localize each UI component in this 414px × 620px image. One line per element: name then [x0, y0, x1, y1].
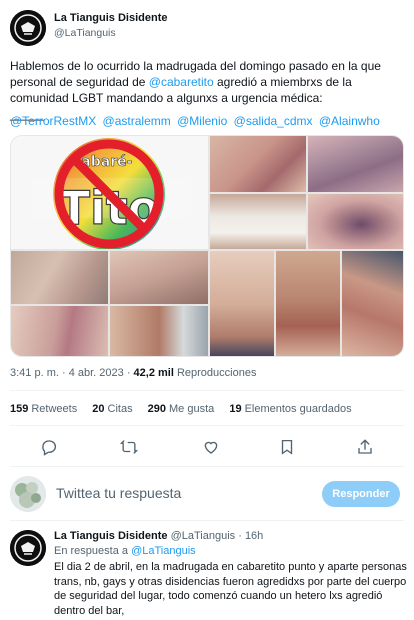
like-icon	[204, 441, 218, 454]
divider	[10, 466, 404, 467]
separator: ·	[238, 530, 245, 542]
bruised-calf-photo[interactable]	[342, 251, 403, 356]
reply-author-avatar[interactable]	[10, 530, 46, 566]
bruised-leg-photo[interactable]	[308, 194, 403, 249]
tweet-text-line: Hablemos de lo ocurrido la madrugada del…	[10, 59, 381, 73]
tweet-text-part: personal de seguridad de	[10, 75, 149, 89]
tweet-stats: 159 Retweets 20 Citas 290 Me gusta 19 Elemen…	[10, 403, 364, 415]
likes-label: Me gusta	[169, 403, 215, 415]
retweet-button[interactable]	[118, 436, 140, 458]
reply-text-line: dentro del bar,	[54, 604, 125, 617]
tweet-text-line: comunidad LGBT mandando a algunxs a urge…	[10, 91, 323, 105]
bookmark-icon	[281, 439, 293, 455]
retweets-count: 159	[10, 403, 29, 415]
share-button[interactable]	[354, 436, 376, 458]
reply-text-line: El dia 2 de abril, en la madrugada en ca…	[54, 561, 407, 573]
views-label: Reproducciones	[176, 367, 257, 379]
reply-text-line: trans, nb, gays y otras disidencias fuer…	[54, 575, 407, 588]
reply-text-line: de seguridad del lugar, todo comenzó cua…	[54, 590, 383, 602]
bookmarks-stat[interactable]: 19 Elementos guardados	[229, 403, 351, 415]
reply-input[interactable]: Twittea tu respuesta	[56, 485, 181, 501]
mentions-line: @TerrorRestMX @astralemm @Milenio @salid…	[10, 114, 383, 128]
tweet-timestamp[interactable]: 3:41 p. m. · 4 abr. 2023	[10, 367, 124, 379]
divider	[10, 425, 404, 426]
reply-header: La Tianguis Disidente @LaTianguis · 16h	[54, 530, 263, 542]
mention-link[interactable]: @TerrorRestMX	[10, 114, 96, 128]
reply-composer: Twittea tu respuesta Responder	[10, 474, 404, 514]
scratched-forearm-photo[interactable]	[210, 251, 274, 356]
separator: ·	[126, 367, 134, 379]
tweet-actions	[38, 436, 378, 458]
in-reply-mention[interactable]: @LaTianguis	[131, 545, 196, 557]
tweet-text: Hablemos de lo ocurrido la madrugada del…	[10, 58, 404, 122]
in-reply-prefix: En respuesta a	[54, 545, 128, 557]
tweet-text-line: personal de seguridad de @cabaretito agr…	[10, 74, 404, 90]
mention-link[interactable]: @astralemm	[103, 114, 171, 128]
in-reply-to: En respuesta a @LaTianguis	[54, 545, 196, 557]
retweet-icon	[120, 440, 138, 454]
share-icon	[358, 439, 372, 454]
reply-button[interactable]	[38, 436, 60, 458]
reply-author-handle[interactable]: @LaTianguis	[171, 530, 236, 542]
bruised-arm-photo[interactable]	[210, 136, 306, 192]
submit-reply-button[interactable]: Responder	[322, 481, 400, 507]
reply-text: El dia 2 de abril, en la madrugada en ca…	[54, 560, 407, 618]
reply-author-name[interactable]: La Tianguis Disidente	[54, 530, 168, 542]
scratched-leg-photo[interactable]	[11, 251, 108, 304]
quotes-count: 20	[92, 403, 105, 415]
mention-link[interactable]: @cabaretito	[149, 75, 214, 89]
cabaretito-logo-image[interactable]: Tito Cabaré-	[11, 136, 208, 249]
divider	[10, 390, 404, 391]
tweet-meta: 3:41 p. m. · 4 abr. 2023 · 42,2 mil Repr…	[10, 367, 256, 379]
retweets-stat[interactable]: 159 Retweets	[10, 403, 77, 415]
scratched-back-photo[interactable]	[11, 306, 108, 356]
author-handle[interactable]: @LaTianguis	[54, 27, 116, 39]
bookmarks-label: Elementos guardados	[244, 403, 352, 415]
user-avatar[interactable]	[10, 476, 46, 512]
bruised-skin-photo[interactable]	[308, 136, 403, 192]
tweet-text-part: agredió a miembrxs de la	[213, 75, 352, 89]
author-avatar[interactable]	[10, 10, 46, 46]
bandaged-arm-photo[interactable]	[210, 194, 306, 249]
mention-link[interactable]: @Milenio	[177, 114, 227, 128]
mention-link[interactable]: @salida_cdmx	[234, 114, 313, 128]
tweet-header: La Tianguis Disidente @LaTianguis	[10, 10, 404, 46]
likes-stat[interactable]: 290 Me gusta	[148, 403, 215, 415]
author-name[interactable]: La Tianguis Disidente	[54, 12, 168, 24]
divider	[10, 520, 404, 521]
reply-time[interactable]: 16h	[245, 530, 263, 542]
mention-link[interactable]: @Alainwho	[319, 114, 380, 128]
hand-injury-photo[interactable]	[276, 251, 340, 356]
views-count: 42,2 mil	[133, 367, 174, 379]
likes-count: 290	[147, 403, 167, 415]
injured-knee-photo[interactable]	[110, 251, 208, 304]
tweet-media[interactable]: Tito Cabaré-	[10, 135, 404, 357]
quotes-label: Citas	[107, 403, 133, 415]
retweets-label: Retweets	[31, 403, 78, 415]
quotes-stat[interactable]: 20 Citas	[92, 403, 132, 415]
wounded-arm-photo[interactable]	[110, 306, 208, 356]
like-button[interactable]	[200, 436, 222, 458]
bookmark-button[interactable]	[276, 436, 298, 458]
reply-icon	[42, 440, 57, 456]
bookmarks-count: 19	[229, 403, 242, 415]
